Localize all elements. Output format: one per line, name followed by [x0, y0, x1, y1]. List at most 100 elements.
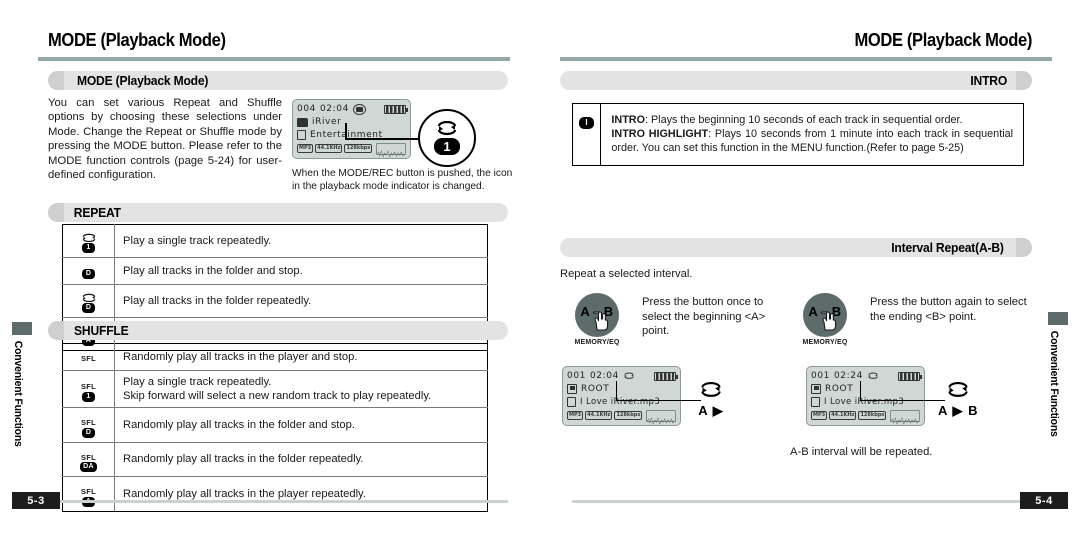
section-header-intro-label: INTRO [969, 73, 1007, 88]
side-tab-block-right [1048, 312, 1068, 325]
playback-mode-indicator-icon [352, 103, 366, 115]
right-running-head-block: MODE (Playback Mode) [839, 30, 1032, 51]
section-header-interval: Interval Repeat(A-B) [560, 238, 1032, 257]
ab-button-sublabel-2: MEMORY/EQ [802, 339, 848, 346]
repeat-text-0: Play a single track repeatedly. [114, 224, 488, 258]
lcd-b-mode-callout: A ▶ B [938, 382, 979, 419]
shuffle-one-icon: SFL 1 [81, 383, 96, 402]
lcd-a-tags-row: MP3 44.1KHz 128kbps [567, 409, 676, 425]
lcd-b-leader-vertical [860, 381, 862, 401]
page-number-left: 5-3 [12, 492, 60, 509]
section-header-mode-label: MODE (Playback Mode) [76, 73, 209, 88]
lcd-a-repeat-indicator-icon [624, 372, 634, 379]
intro-key-2: INTRO HIGHLIGHT [611, 128, 709, 140]
lcd-b-leader-horizontal [860, 400, 945, 402]
lcd-format-tags: MP3 44.1KHz 128kbps [297, 144, 373, 153]
lcd-a-root-icon [567, 384, 577, 394]
table-row: SFL D Randomly play all tracks in the fo… [62, 407, 488, 443]
shuffle-icon-cell-3: SFL DA [62, 441, 115, 477]
lcd-a-tag-bitrate: 128kbps [614, 411, 643, 420]
intro-text-1: : Plays the beginning 10 seconds of each… [644, 114, 963, 126]
footer-rule-right [572, 500, 1020, 503]
repeat-icon-cell-1: D [62, 257, 115, 285]
lcd-b-repeat-indicator-icon [868, 372, 878, 379]
right-page: MODE (Playback Mode) INTRO I INTRO: Play… [540, 0, 1080, 539]
lcd-a-tag-samplerate: 44.1KHz [585, 411, 613, 420]
repeat-badge-0: 1 [82, 243, 95, 253]
lcd-display-a: 001 02:04 ROOT I Love iRiver.mp3 MP3 44.… [562, 366, 681, 426]
lcd-a-leader-vertical [616, 381, 618, 401]
folder-stop-icon: D [81, 269, 96, 279]
section-header-repeat-label: REPEAT [73, 205, 121, 220]
shuffle-all-repeat-icon: SFL A [81, 488, 96, 507]
intro-key-1: INTRO [611, 114, 645, 126]
tag-bitrate: 128kbps [344, 144, 373, 153]
lcd-a-folder-name: ROOT [581, 384, 610, 394]
ab-button-2[interactable]: A⇔B [803, 293, 847, 337]
shuffle-text-3: Randomly play all tracks in the folder r… [114, 441, 488, 477]
lcd-display-mode: 004 02:04 iRiver Entertainment MP3 [292, 99, 411, 159]
left-running-head-block: MODE (Playback Mode) [48, 30, 500, 51]
callout-badge: 1 [434, 138, 460, 155]
callout-leader-vertical [345, 123, 347, 139]
shuffle-mode-table: SFL Randomly play all tracks in the play… [62, 343, 488, 512]
lcd-a-folder-row: ROOT [567, 383, 676, 395]
lcd-display-b: 001 02:24 ROOT I Love iRiver.mp3 MP3 44.… [806, 366, 925, 426]
section-header-shuffle: SHUFFLE [48, 321, 508, 340]
footer-rule-left [60, 500, 508, 503]
intro-icon-cell: I [573, 104, 602, 165]
lcd-b-tag-samplerate: 44.1KHz [829, 411, 857, 420]
repeat-one-icon: 1 [81, 233, 97, 253]
lcd-a-mode-callout: A ▶ [698, 382, 724, 419]
shuffle-icon-cell-1: SFL 1 [62, 370, 115, 408]
shuffle-badge-1: 1 [81, 391, 95, 402]
shuffle-text-1: Play a single track repeatedly. Skip for… [114, 370, 488, 408]
lcd-b-mode-marker: A ▶ B [938, 403, 979, 418]
side-tab-label-right: Convenient Functions [1048, 330, 1060, 437]
lcd-folder-name: iRiver [312, 117, 342, 127]
manual-spread: MODE (Playback Mode) MODE (Playback Mode… [0, 0, 1080, 539]
pill-cap-repeat [48, 203, 64, 222]
lcd-a-waveform [646, 409, 676, 425]
ab-button-1[interactable]: A⇔B [575, 293, 619, 337]
shuffle-text-4: Randomly play all tracks in the player r… [114, 476, 488, 512]
header-rule-right [560, 57, 1052, 61]
intro-table: I INTRO: Plays the beginning 10 seconds … [572, 103, 1024, 166]
step-2-button-group: A⇔B MEMORY/EQ [790, 293, 860, 346]
lcd-b-battery-icon [898, 371, 922, 381]
lcd-a-format-tags: MP3 44.1KHz 128kbps [567, 411, 643, 420]
pill-cap-interval [1016, 238, 1032, 257]
table-row: SFL A Randomly play all tracks in the pl… [62, 476, 488, 512]
section-header-shuffle-label: SHUFFLE [74, 323, 129, 338]
lcd-b-root-icon [811, 384, 821, 394]
lcd-b-time: 02:24 [833, 371, 863, 381]
repeat-badge-1: D [81, 269, 96, 279]
battery-icon [384, 104, 408, 114]
lcd-a-music-note-icon [567, 397, 576, 407]
lcd-a-status-row: 001 02:04 [567, 370, 678, 382]
repeat-folder-icon: D [81, 293, 97, 313]
lcd-b-folder-row: ROOT [811, 383, 920, 395]
shuffle-label-0: SFL [80, 354, 97, 363]
lcd-a-tag-format: MP3 [567, 411, 584, 420]
lcd-tags-row: MP3 44.1KHz 128kbps [297, 142, 406, 158]
step-1-button-group: A⇔B MEMORY/EQ [562, 293, 632, 346]
left-page: MODE (Playback Mode) MODE (Playback Mode… [0, 0, 540, 539]
shuffle-label-1: SFL [80, 382, 97, 392]
repeat-icon-cell-2: D [62, 284, 115, 318]
lcd-b-tag-bitrate: 128kbps [858, 411, 887, 420]
section-header-intro: INTRO [560, 71, 1032, 90]
intro-badge-icon: I [579, 117, 594, 129]
music-note-icon [297, 130, 306, 140]
lcd-a-battery-icon [654, 371, 678, 381]
ab-footnote: A-B interval will be repeated. [790, 446, 933, 458]
table-row: SFL 1 Play a single track repeatedly. Sk… [62, 370, 488, 408]
lcd-a-file-row: I Love iRiver.mp3 [567, 396, 676, 408]
lcd-a-mode-marker: A ▶ [698, 403, 724, 418]
shuffle-label-4: SFL [80, 487, 97, 496]
repeat-loop-icon-a [701, 382, 721, 397]
lcd-b-tag-format: MP3 [811, 411, 828, 420]
callout-leader-horizontal [345, 138, 418, 140]
repeat-text-1: Play all tracks in the folder and stop. [114, 257, 488, 285]
shuffle-text-0: Randomly play all tracks in the player a… [114, 343, 488, 371]
